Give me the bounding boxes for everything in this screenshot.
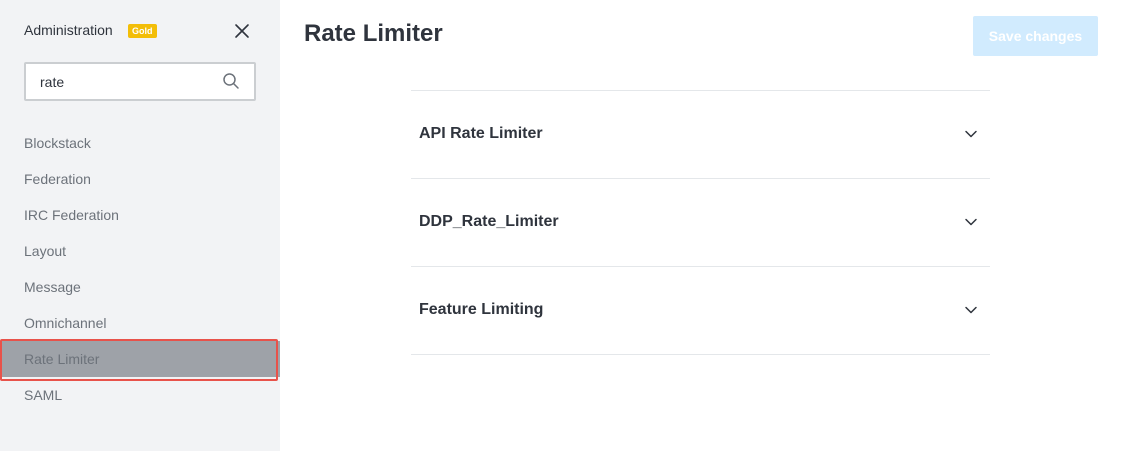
section-ddp-rate-limiter[interactable]: DDP_Rate_Limiter	[411, 179, 990, 267]
page-title: Rate Limiter	[304, 20, 443, 47]
sidebar: Administration Gold Blockstack Federatio…	[0, 0, 280, 451]
sidebar-item-message[interactable]: Message	[0, 269, 280, 305]
sidebar-item-rate-limiter[interactable]: Rate Limiter	[0, 339, 280, 381]
sidebar-item-blockstack[interactable]: Blockstack	[0, 125, 280, 161]
search-box	[24, 62, 256, 101]
search-icon[interactable]	[222, 72, 240, 90]
chevron-down-icon[interactable]	[964, 303, 978, 317]
section-api-rate-limiter[interactable]: API Rate Limiter	[411, 91, 990, 179]
save-changes-button[interactable]: Save changes	[973, 16, 1098, 56]
sidebar-item-layout[interactable]: Layout	[0, 233, 280, 269]
gold-badge: Gold	[128, 24, 157, 38]
chevron-down-icon[interactable]	[964, 215, 978, 229]
search-input[interactable]	[40, 72, 210, 92]
sidebar-item-saml[interactable]: SAML	[0, 377, 280, 413]
sidebar-item-federation[interactable]: Federation	[0, 161, 280, 197]
section-feature-limiting[interactable]: Feature Limiting	[411, 267, 990, 355]
sidebar-item-omnichannel[interactable]: Omnichannel	[0, 305, 280, 341]
section-title: API Rate Limiter	[419, 125, 543, 142]
sidebar-header: Administration Gold	[24, 20, 256, 42]
section-title: DDP_Rate_Limiter	[419, 213, 559, 230]
sidebar-nav: Blockstack Federation IRC Federation Lay…	[0, 125, 280, 413]
section-title: Feature Limiting	[419, 301, 544, 318]
settings-sections: API Rate Limiter DDP_Rate_Limiter Featur…	[411, 90, 990, 355]
close-icon[interactable]	[231, 20, 253, 42]
app: Administration Gold Blockstack Federatio…	[0, 0, 1122, 451]
sidebar-item-irc-federation[interactable]: IRC Federation	[0, 197, 280, 233]
sidebar-title: Administration	[24, 22, 113, 38]
chevron-down-icon[interactable]	[964, 127, 978, 141]
